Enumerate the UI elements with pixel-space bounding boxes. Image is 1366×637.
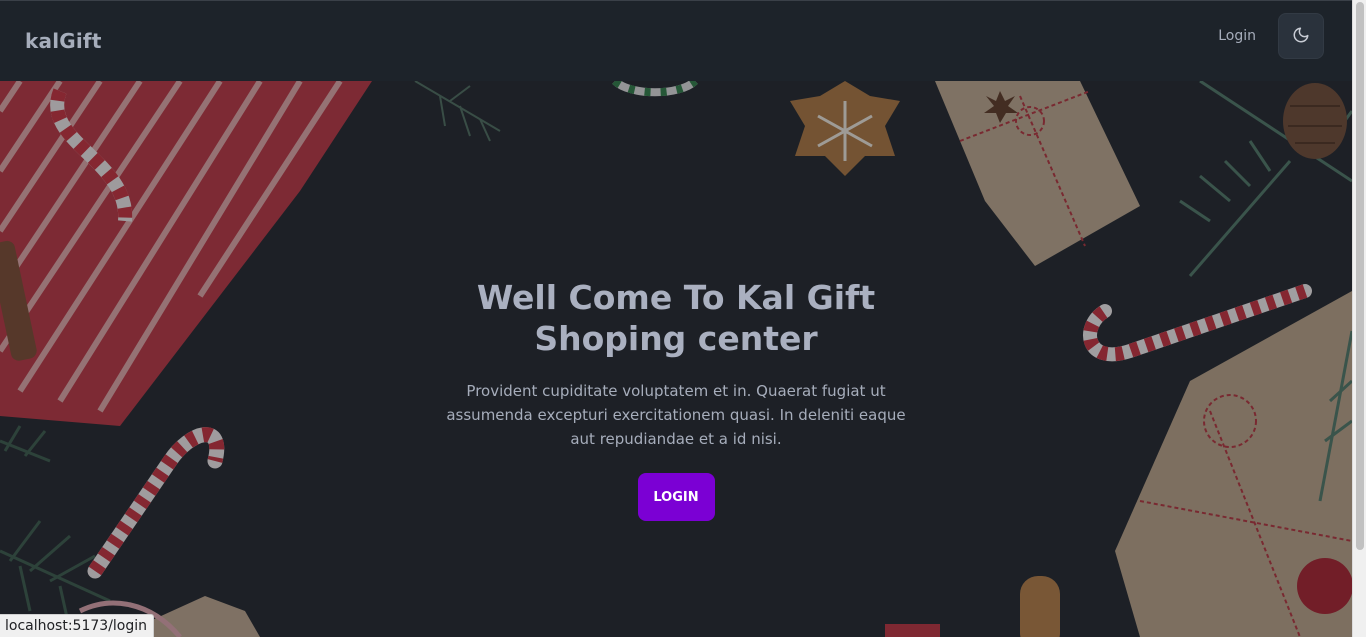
- hero-login-button[interactable]: LOGIN: [637, 473, 715, 521]
- scrollbar-thumb[interactable]: [1356, 2, 1364, 550]
- hero-description: Provident cupiditate voluptatem et in. Q…: [446, 382, 906, 448]
- moon-icon: [1292, 26, 1310, 47]
- navbar-actions: Login: [1218, 13, 1324, 59]
- page: kalGift Login Well Come To Kal Gift Shop…: [0, 0, 1366, 637]
- vertical-scrollbar[interactable]: [1352, 0, 1366, 637]
- brand-logo[interactable]: kalGift: [25, 29, 102, 53]
- navbar: kalGift Login: [0, 0, 1352, 81]
- hero-section: Well Come To Kal Gift Shoping center Pro…: [0, 81, 1352, 637]
- theme-toggle-button[interactable]: [1278, 13, 1324, 59]
- status-bar-url: localhost:5173/login: [0, 614, 155, 637]
- hero-content: Well Come To Kal Gift Shoping center Pro…: [446, 277, 906, 521]
- hero-title: Well Come To Kal Gift Shoping center: [476, 278, 876, 358]
- nav-login-link[interactable]: Login: [1218, 28, 1256, 44]
